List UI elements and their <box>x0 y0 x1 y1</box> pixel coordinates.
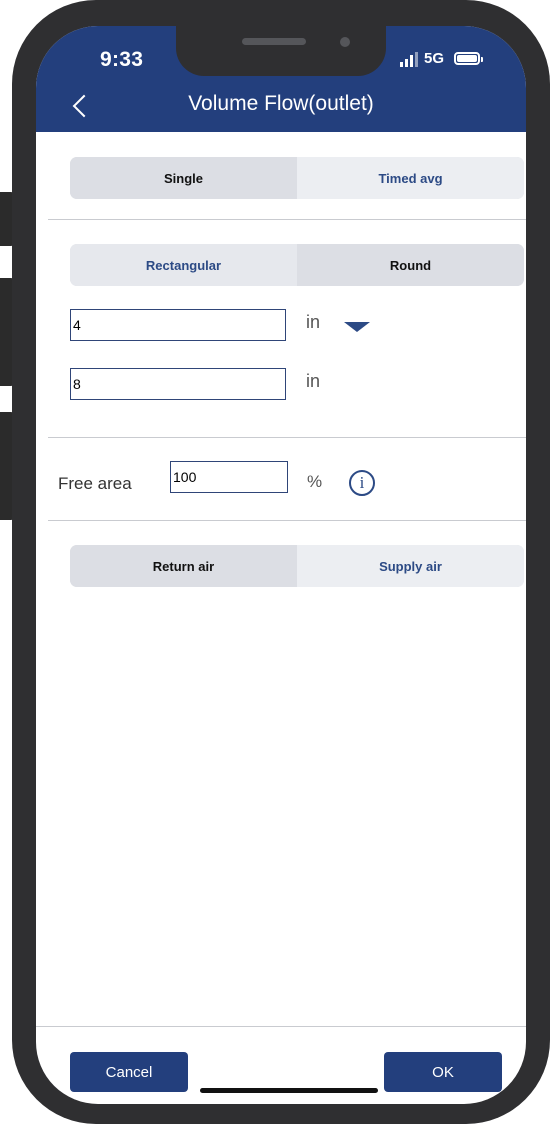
segment-return-air[interactable]: Return air <box>70 545 297 587</box>
section-divider <box>48 520 526 521</box>
home-indicator[interactable] <box>200 1088 378 1093</box>
caret-down-icon[interactable] <box>344 322 370 332</box>
notch <box>176 26 386 76</box>
width-unit: in <box>306 312 321 332</box>
free-area-label: Free area <box>58 474 132 493</box>
height-input[interactable]: 8 <box>70 368 286 400</box>
free-area-input[interactable]: 100 <box>170 461 288 493</box>
width-input[interactable]: 4 <box>70 309 286 341</box>
signal-icon <box>400 51 420 67</box>
section-divider <box>48 219 526 220</box>
network-type: 5G <box>424 50 445 67</box>
segment-timed-avg[interactable]: Timed avg <box>297 157 524 199</box>
segment-supply-air[interactable]: Supply air <box>297 545 524 587</box>
free-area-unit: % <box>307 472 323 491</box>
app-header: 9:33 5G Volume Flow(outlet) <box>36 26 526 132</box>
footer-divider <box>36 1026 526 1027</box>
segment-round[interactable]: Round <box>297 244 524 286</box>
front-camera <box>340 37 350 47</box>
speaker-grille <box>242 38 306 45</box>
battery-icon <box>454 52 483 65</box>
page-title: Volume Flow(outlet) <box>188 92 374 115</box>
cancel-button[interactable]: Cancel <box>70 1052 188 1092</box>
info-icon[interactable]: i <box>349 470 375 496</box>
section-divider <box>48 437 526 438</box>
duct-shape-segmented: Rectangular Round <box>70 244 524 286</box>
status-time: 9:33 <box>100 48 144 71</box>
segment-single[interactable]: Single <box>70 157 297 199</box>
measurement-mode-segmented: Single Timed avg <box>70 157 524 199</box>
height-unit: in <box>306 371 321 391</box>
screen: 9:33 5G Volume Flow(outlet) Single Timed… <box>36 26 526 1104</box>
ok-button[interactable]: OK <box>384 1052 502 1092</box>
segment-rectangular[interactable]: Rectangular <box>70 244 297 286</box>
air-type-segmented: Return air Supply air <box>70 545 524 587</box>
phone-frame: 9:33 5G Volume Flow(outlet) Single Timed… <box>12 0 550 1124</box>
